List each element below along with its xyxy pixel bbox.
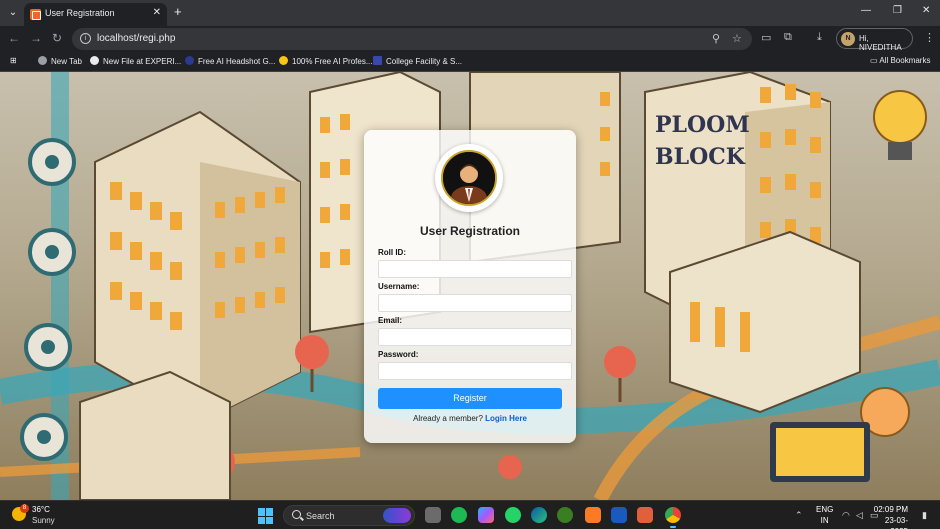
green-app-icon[interactable] — [557, 507, 573, 523]
menu-kebab-icon[interactable]: ⋮ — [924, 31, 935, 44]
folder-icon: ▭ — [870, 56, 880, 65]
avatar: N — [841, 32, 855, 46]
browser-toolbar: ← → ↻ i localhost/regi.php ⚲ ☆ ▭ ⧉ ⤓ N H… — [0, 26, 940, 52]
password-label: Password: — [378, 350, 419, 359]
tab-search-icon[interactable]: ⌄ — [4, 4, 22, 22]
copilot-icon[interactable] — [478, 507, 494, 523]
register-button[interactable]: Register — [378, 388, 562, 409]
clock[interactable]: 02:09 PM 23-03-2025 — [868, 504, 908, 529]
word-icon[interactable] — [611, 507, 627, 523]
member-text: Already a member? — [413, 414, 483, 423]
whatsapp-icon[interactable] — [505, 507, 521, 523]
bg-text-block: BLOCK — [655, 144, 746, 170]
avatar-frame — [435, 144, 503, 212]
restore-icon[interactable]: ❐ — [893, 5, 902, 16]
clock-date: 23-03-2025 — [884, 516, 908, 529]
email-input[interactable] — [378, 328, 572, 346]
tray-overflow-icon[interactable]: ⌃ — [795, 510, 803, 521]
search-placeholder: Search — [306, 511, 335, 521]
back-icon[interactable]: ← — [8, 31, 20, 45]
tab-strip: ⌄ User Registration ✕ + — ❐ ✕ — [0, 0, 940, 26]
tab-user-registration[interactable]: User Registration ✕ — [24, 3, 167, 26]
search-icon — [292, 510, 301, 519]
profile-button[interactable]: N Hi, NIVEDITHA — [836, 28, 913, 52]
taskbar-search[interactable]: Search — [283, 505, 415, 526]
forward-icon[interactable]: → — [30, 31, 42, 45]
language-indicator[interactable]: ENG IN — [816, 504, 833, 526]
form-title: User Registration — [419, 224, 521, 238]
all-bookmarks[interactable]: ▭ All Bookmarks — [870, 56, 930, 65]
reload-icon[interactable]: ↻ — [52, 31, 62, 45]
bookmark-new-tab[interactable]: New Tab — [38, 56, 82, 66]
search-highlight-icon — [383, 508, 411, 523]
url-text[interactable]: localhost/regi.php — [97, 33, 175, 44]
bookmark-ai-headshot[interactable]: Free AI Headshot G... — [185, 56, 275, 66]
tab-groups-icon[interactable]: ▭ — [761, 31, 771, 44]
tab-title: User Registration — [45, 8, 115, 18]
bookmark-star-icon[interactable]: ☆ — [732, 32, 742, 45]
chrome-icon[interactable] — [665, 507, 681, 528]
new-tab-button[interactable]: + — [174, 4, 182, 20]
page-content: PLOOM BLOCK User Registration Roll ID: U… — [0, 72, 940, 500]
email-label: Email: — [378, 316, 403, 325]
wifi-icon[interactable]: ◠ — [842, 510, 850, 521]
xampp-favicon-icon — [30, 9, 41, 20]
volume-icon[interactable]: ◁ — [856, 510, 863, 521]
ai-icon — [185, 56, 194, 65]
login-link[interactable]: Login Here — [485, 414, 527, 423]
spotify-icon[interactable] — [451, 507, 467, 523]
bookmarks-bar: ⊞ New Tab New File at EXPERI... Free AI … — [0, 52, 940, 72]
college-icon — [373, 56, 382, 65]
task-view-icon[interactable] — [425, 507, 441, 523]
bg-text-ploom: PLOOM — [655, 112, 750, 138]
address-bar[interactable]: i localhost/regi.php ⚲ ☆ — [72, 28, 752, 50]
apps-grid-icon[interactable]: ⊞ — [10, 56, 17, 65]
site-info-icon[interactable]: i — [80, 33, 91, 44]
password-input[interactable] — [378, 362, 572, 380]
weather-condition[interactable]: Sunny — [32, 516, 55, 525]
bookmark-college[interactable]: College Facility & S... — [373, 56, 462, 66]
notifications-icon[interactable]: ▮ — [922, 510, 927, 521]
github-icon — [90, 56, 99, 65]
weather-temp[interactable]: 36°C — [32, 505, 50, 514]
username-label: Username: — [378, 282, 420, 291]
username-input[interactable] — [378, 294, 572, 312]
downloads-icon[interactable]: ⤓ — [817, 31, 822, 44]
profile-name: Hi, NIVEDITHA — [859, 34, 902, 52]
start-windows-icon[interactable] — [258, 508, 274, 524]
smile-icon — [279, 56, 288, 65]
bookmark-github[interactable]: New File at EXPERI... — [90, 56, 181, 66]
globe-icon — [38, 56, 47, 65]
minimize-icon[interactable]: — — [861, 5, 871, 16]
zoom-icon[interactable]: ⚲ — [712, 32, 720, 45]
login-prompt: Already a member? Login Here — [364, 414, 576, 423]
edge-icon[interactable] — [531, 507, 547, 523]
sublime-icon[interactable] — [637, 507, 653, 523]
xampp-icon[interactable] — [585, 507, 601, 523]
clock-time: 02:09 PM — [873, 505, 908, 514]
bookmark-ai-professional[interactable]: 100% Free AI Profes... — [279, 56, 372, 66]
windows-taskbar: 8 36°C Sunny Search ⌃ ENG IN ◠ ◁ ▭ 02:09… — [0, 500, 940, 529]
registration-card: User Registration Roll ID: Username: Ema… — [364, 130, 576, 443]
close-window-icon[interactable]: ✕ — [922, 5, 930, 16]
extensions-icon[interactable]: ⧉ — [784, 31, 792, 44]
roll-id-label: Roll ID: — [378, 248, 406, 257]
tab-close-icon[interactable]: ✕ — [153, 7, 161, 18]
weather-badge: 8 — [20, 504, 29, 513]
user-avatar-icon — [441, 150, 497, 206]
roll-id-input[interactable] — [378, 260, 572, 278]
